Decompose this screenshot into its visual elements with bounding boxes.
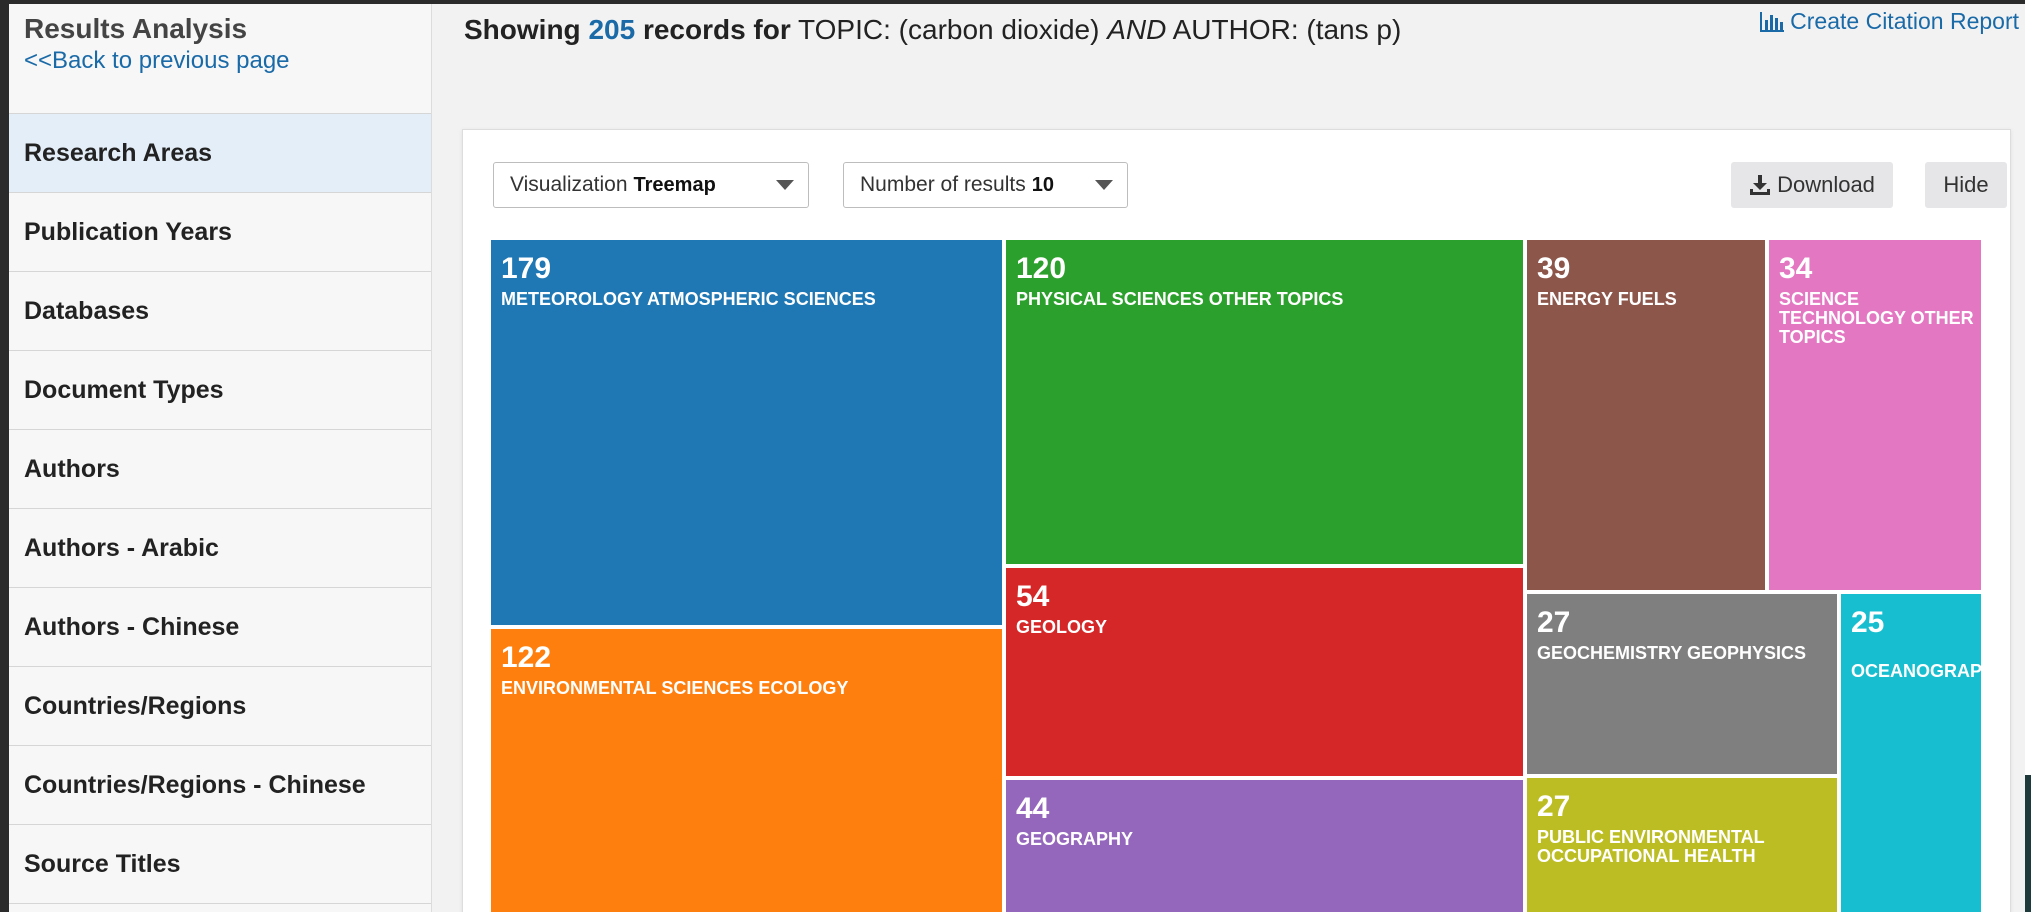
treemap-tile-science-technology[interactable]: 34 SCIENCE TECHNOLOGY OTHER TOPICS — [1769, 240, 1981, 590]
tile-value: 54 — [1016, 580, 1050, 613]
tile-label: GEOCHEMISTRY GEOPHYSICS — [1537, 643, 1807, 663]
page-title: Results Analysis — [24, 13, 248, 44]
visualization-value: Treemap — [633, 173, 716, 196]
tile-label: GEOGRAPHY — [1016, 829, 1134, 849]
analysis-card: Visualization Treemap Number of results … — [462, 129, 2011, 912]
sidebar: Results Analysis <<Back to previous page… — [9, 4, 432, 912]
citation-report-label: Create Citation Report — [1790, 8, 2019, 34]
sidebar-item-document-types[interactable]: Document Types — [9, 351, 431, 430]
tile-value: 44 — [1016, 792, 1050, 825]
treemap-tile-environmental-sciences[interactable]: 122 ENVIRONMENTAL SCIENCES ECOLOGY — [491, 629, 1002, 912]
sidebar-item-label: Authors - Chinese — [24, 612, 240, 641]
sidebar-item-label: Countries/Regions - Chinese — [24, 770, 366, 799]
tile-value: 27 — [1537, 606, 1571, 639]
download-icon — [1750, 175, 1771, 195]
research-areas-treemap: 179 METEOROLOGY ATMOSPHERIC SCIENCES 122… — [491, 240, 1981, 912]
summary-bar: Showing 205 records for TOPIC: (carbon d… — [432, 4, 2025, 114]
tile-value: 120 — [1016, 252, 1067, 285]
tile-label: OCEANOGRAPHY — [1851, 661, 1981, 681]
back-to-previous-page-link[interactable]: <<Back to previous page — [24, 46, 431, 76]
sidebar-item-databases[interactable]: Databases — [9, 272, 431, 351]
tile-value: 179 — [501, 252, 552, 285]
sidebar-nav: Research Areas Publication Years Databas… — [9, 114, 431, 904]
topic-label: TOPIC: — [798, 14, 891, 45]
tile-value: 25 — [1851, 606, 1885, 639]
treemap-tile-geology[interactable]: 54 GEOLOGY — [1006, 568, 1523, 776]
tile-label: ENERGY FUELS — [1537, 289, 1677, 309]
hide-label: Hide — [1943, 172, 1989, 197]
sidebar-item-countries-regions-chinese[interactable]: Countries/Regions - Chinese — [9, 746, 431, 825]
tile-label: METEOROLOGY ATMOSPHERIC SCIENCES — [501, 289, 876, 309]
sidebar-item-label: Countries/Regions — [24, 691, 247, 720]
treemap-tile-geochemistry[interactable]: 27 GEOCHEMISTRY GEOPHYSICS — [1527, 594, 1837, 774]
create-citation-report-link[interactable]: Create Citation Report — [1759, 8, 2019, 35]
treemap-tile-public-environmental-health[interactable]: 27 PUBLIC ENVIRONMENTAL OCCUPATIONAL HEA… — [1527, 778, 1837, 912]
bar-chart-icon — [1760, 11, 1785, 32]
author-label: AUTHOR: — [1172, 14, 1299, 45]
treemap-tile-physical-sciences[interactable]: 120 PHYSICAL SCIENCES OTHER TOPICS — [1006, 240, 1523, 564]
sidebar-item-authors-arabic[interactable]: Authors - Arabic — [9, 509, 431, 588]
sidebar-item-label: Research Areas — [24, 138, 213, 167]
sidebar-item-source-titles[interactable]: Source Titles — [9, 825, 431, 904]
sidebar-item-countries-regions[interactable]: Countries/Regions — [9, 667, 431, 746]
tile-value: 34 — [1779, 252, 1813, 285]
sidebar-item-label: Databases — [24, 296, 150, 325]
tile-label: GEOLOGY — [1016, 617, 1108, 637]
number-of-results-select[interactable]: Number of results 10 — [843, 162, 1128, 208]
tile-label: PUBLIC ENVIRONMENTAL OCCUPATIONAL HEALTH — [1537, 827, 1765, 866]
visualization-select[interactable]: Visualization Treemap — [493, 162, 809, 208]
sidebar-item-label: Authors — [24, 454, 120, 483]
window-edge — [0, 0, 9, 912]
main-content: Visualization Treemap Number of results … — [432, 114, 2025, 912]
sidebar-item-authors[interactable]: Authors — [9, 430, 431, 509]
sidebar-item-label: Document Types — [24, 375, 224, 404]
sidebar-header: Results Analysis <<Back to previous page — [9, 4, 431, 114]
tile-value: 39 — [1537, 252, 1571, 285]
treemap-tile-energy-fuels[interactable]: 39 ENERGY FUELS — [1527, 240, 1765, 590]
and-operator: AND — [1107, 14, 1167, 45]
topic-value: (carbon dioxide) — [898, 14, 1100, 45]
tile-label: PHYSICAL SCIENCES OTHER TOPICS — [1016, 289, 1344, 309]
number-of-results-label: Number of results — [860, 173, 1026, 196]
window-edge — [2025, 775, 2031, 912]
tile-label: SCIENCE TECHNOLOGY OTHER TOPICS — [1779, 289, 1974, 347]
sidebar-item-publication-years[interactable]: Publication Years — [9, 193, 431, 272]
chevron-down-icon — [776, 180, 794, 190]
download-button[interactable]: Download — [1731, 162, 1893, 208]
tile-value: 27 — [1537, 790, 1571, 823]
sidebar-item-label: Source Titles — [24, 849, 181, 878]
results-summary: Showing 205 records for TOPIC: (carbon d… — [464, 10, 1401, 50]
sidebar-item-research-areas[interactable]: Research Areas — [9, 114, 431, 193]
chevron-down-icon — [1095, 180, 1113, 190]
download-label: Download — [1777, 172, 1875, 197]
visualization-label: Visualization — [510, 173, 628, 196]
page: Results Analysis <<Back to previous page… — [0, 0, 2031, 912]
sidebar-item-label: Publication Years — [24, 217, 232, 246]
number-of-results-value: 10 — [1031, 173, 1054, 196]
treemap-tile-oceanography[interactable]: 25 OCEANOGRAPHY — [1841, 594, 1981, 912]
author-value: (tans p) — [1306, 14, 1402, 45]
summary-records-for: records for — [642, 14, 791, 45]
sidebar-item-authors-chinese[interactable]: Authors - Chinese — [9, 588, 431, 667]
tile-value: 122 — [501, 641, 552, 674]
tile-label: ENVIRONMENTAL SCIENCES ECOLOGY — [501, 678, 849, 698]
treemap-tile-meteorology[interactable]: 179 METEOROLOGY ATMOSPHERIC SCIENCES — [491, 240, 1002, 625]
sidebar-item-label: Authors - Arabic — [24, 533, 219, 562]
summary-showing: Showing — [464, 14, 581, 45]
record-count: 205 — [588, 14, 636, 45]
treemap-tile-geography[interactable]: 44 GEOGRAPHY — [1006, 780, 1523, 912]
hide-button[interactable]: Hide — [1925, 162, 2007, 208]
